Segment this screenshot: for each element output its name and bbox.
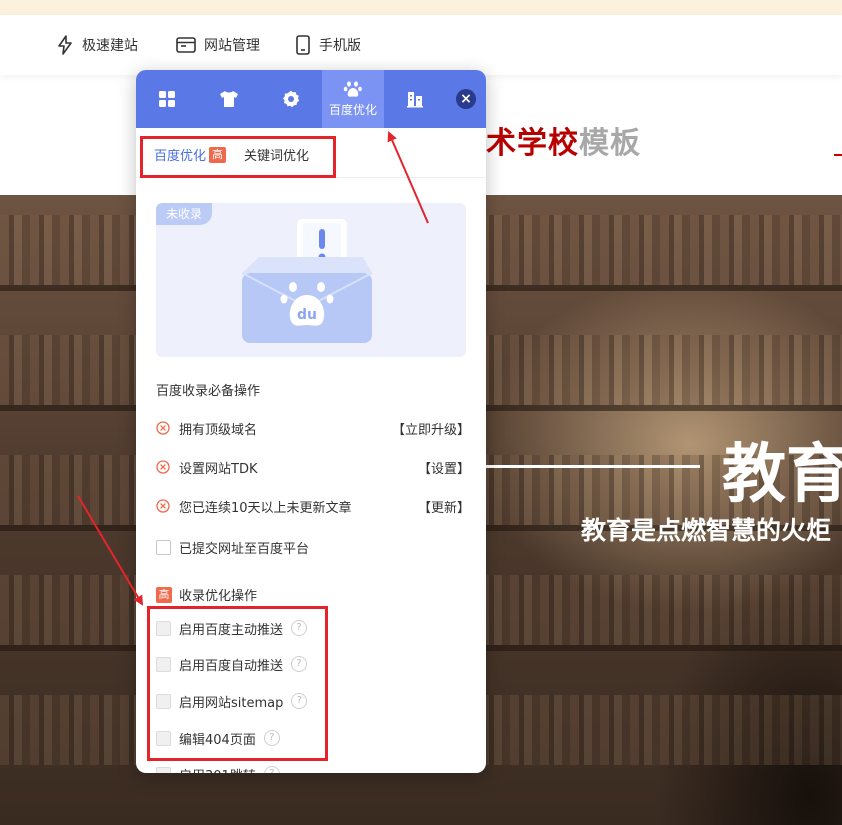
svg-text:du: du [297, 307, 317, 323]
option-row-301: 启用301跳转 ? [156, 764, 470, 773]
tab-layout[interactable] [136, 70, 198, 128]
building-icon [407, 92, 423, 108]
update-articles-link[interactable]: 【更新】 [418, 497, 470, 516]
site-title-part1: 术学校 [486, 126, 579, 161]
panel-tab-bar: 百度优化 × [136, 70, 486, 128]
lightning-icon [58, 35, 72, 55]
index-status-tag: 未收录 [156, 203, 213, 225]
phone-icon [296, 35, 310, 55]
set-tdk-link[interactable]: 【设置】 [418, 458, 470, 477]
tab-settings[interactable] [260, 70, 322, 128]
annotation-box-subtabs [140, 136, 336, 178]
baidu-envelope-illustration: du [241, 219, 373, 343]
paw-icon [343, 81, 362, 97]
tab-tools[interactable] [384, 70, 446, 128]
tab-baidu-seo-label: 百度优化 [328, 103, 377, 117]
tab-baidu-seo[interactable]: 百度优化 [322, 70, 384, 128]
gear-icon [283, 90, 300, 108]
requirement-label: 设置网站TDK [179, 461, 258, 477]
toolbar-item-label: 极速建站 [82, 38, 138, 54]
index-optimization-label: 收录优化操作 [179, 589, 258, 604]
requirement-row-articles: 您已连续10天以上未更新文章 【更新】 [156, 496, 470, 516]
option-label: 启用301跳转 [179, 765, 256, 774]
help-icon[interactable]: ? [263, 766, 280, 773]
hero-title: 教育 [722, 438, 842, 512]
toolbar-item-label: 手机版 [319, 38, 361, 54]
error-circle-icon [156, 460, 170, 474]
toolbar-item-label: 网站管理 [204, 38, 260, 54]
requirement-row-tdk: 设置网站TDK 【设置】 [156, 457, 470, 477]
error-circle-icon [156, 421, 170, 435]
index-optimization-title: 高 收录优化操作 [156, 585, 257, 604]
toolbar-item-site-manage[interactable]: 网站管理 [176, 34, 260, 56]
error-circle-icon [156, 499, 170, 513]
header-nav-mark [834, 154, 842, 156]
index-status-card: 未收录 du [156, 203, 466, 357]
annotation-box-options [147, 606, 328, 761]
requirement-label: 拥有顶级域名 [179, 422, 258, 438]
shirt-icon [220, 91, 238, 107]
tab-theme[interactable] [198, 70, 260, 128]
hero-subtitle: 教育是点燃智慧的火炬 [581, 516, 832, 545]
close-panel-button[interactable]: × [456, 89, 476, 109]
requirement-row-domain: 拥有顶级域名 【立即升级】 [156, 418, 470, 438]
site-title-part2: 模板 [579, 126, 641, 161]
requirement-label: 您已连续10天以上未更新文章 [179, 500, 352, 516]
top-toolbar: 极速建站 网站管理 手机版 [0, 15, 842, 75]
toolbar-item-mobile[interactable]: 手机版 [295, 34, 361, 56]
upgrade-now-link[interactable]: 【立即升级】 [392, 419, 470, 438]
window-icon [176, 37, 196, 53]
submitted-url-row: 已提交网址至百度平台 [156, 537, 470, 557]
required-actions-title: 百度收录必备操作 [156, 384, 261, 399]
submitted-url-checkbox[interactable] [156, 539, 171, 555]
high-priority-badge: 高 [156, 586, 172, 603]
grid-icon [159, 91, 175, 107]
toolbar-item-fast-build[interactable]: 极速建站 [56, 34, 138, 56]
submitted-url-label: 已提交网址至百度平台 [179, 541, 310, 557]
hero-divider-line [486, 465, 700, 468]
redirect-301-checkbox[interactable] [156, 766, 171, 773]
top-notice-band [0, 0, 842, 15]
site-title: 术学校模板 [486, 118, 641, 162]
